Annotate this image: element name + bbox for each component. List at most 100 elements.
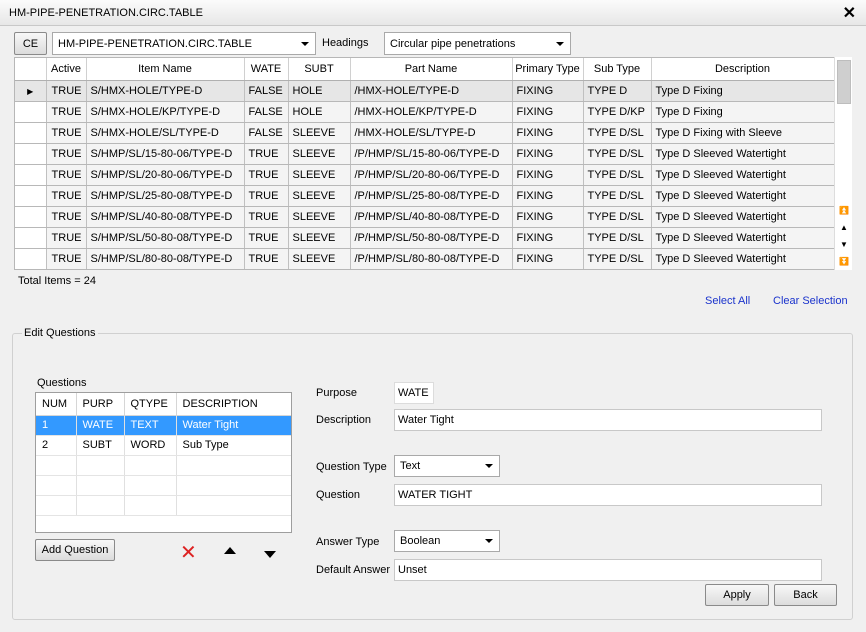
question-row[interactable]: 1 WATE TEXT Water Tight: [36, 415, 291, 436]
table-cell[interactable]: FIXING: [512, 80, 584, 102]
table-cell[interactable]: Type D Sleeved Watertight: [651, 206, 835, 228]
table-cell[interactable]: TRUE: [244, 164, 289, 186]
table-cell[interactable]: FIXING: [512, 143, 584, 165]
table-cell[interactable]: TYPE D: [583, 80, 652, 102]
clear-selection-link[interactable]: Clear Selection: [773, 295, 848, 307]
table-row[interactable]: TRUE S/HMX-HOLE/SL/TYPE-D FALSE SLEEVE/HMX-…: [15, 122, 835, 144]
question-column-header[interactable]: QTYPE: [124, 393, 177, 416]
question-cell[interactable]: Sub Type: [176, 435, 291, 456]
question-cell[interactable]: [124, 495, 177, 516]
table-cell[interactable]: FIXING: [512, 227, 584, 249]
question-cell[interactable]: [176, 455, 291, 476]
question-row[interactable]: [36, 475, 291, 496]
table-cell[interactable]: TRUE: [46, 206, 87, 228]
question-cell[interactable]: [124, 455, 177, 476]
table-cell[interactable]: Type D Fixing: [651, 80, 835, 102]
question-cell[interactable]: [36, 455, 77, 476]
row-header[interactable]: [15, 164, 47, 186]
table-row[interactable]: TRUE S/HMX-HOLE/KP/TYPE-D FALSE HOLE/HMX-HO…: [15, 101, 835, 123]
row-header[interactable]: [15, 122, 47, 144]
table-cell[interactable]: FIXING: [512, 185, 584, 207]
row-header[interactable]: [15, 206, 47, 228]
column-header[interactable]: Description: [651, 58, 835, 81]
table-cell[interactable]: /P/HMP/SL/20-80-06/TYPE-D: [350, 164, 513, 186]
table-cell[interactable]: SLEEVE: [288, 206, 351, 228]
table-cell[interactable]: S/HMX-HOLE/SL/TYPE-D: [86, 122, 245, 144]
table-row[interactable]: TRUE S/HMP/SL/50-80-08/TYPE-D TRUE SLEEVE/P…: [15, 227, 835, 249]
table-cell[interactable]: Type D Sleeved Watertight: [651, 248, 835, 269]
question-cell[interactable]: WORD: [124, 435, 177, 456]
question-cell[interactable]: WATE: [76, 415, 125, 436]
question-field[interactable]: WATER TIGHT: [394, 484, 822, 506]
question-cell[interactable]: [176, 475, 291, 496]
table-cell[interactable]: SLEEVE: [288, 122, 351, 144]
table-cell[interactable]: FIXING: [512, 164, 584, 186]
table-cell[interactable]: TYPE D/SL: [583, 143, 652, 165]
question-cell[interactable]: [36, 475, 77, 496]
default-answer-field[interactable]: Unset: [394, 559, 822, 581]
table-cell[interactable]: S/HMP/SL/25-80-08/TYPE-D: [86, 185, 245, 207]
row-header[interactable]: [15, 227, 47, 249]
table-cell[interactable]: FALSE: [244, 122, 289, 144]
table-cell[interactable]: S/HMP/SL/40-80-08/TYPE-D: [86, 206, 245, 228]
question-cell[interactable]: [76, 455, 125, 476]
question-cell[interactable]: 1: [36, 415, 77, 436]
table-row[interactable]: TRUE S/HMP/SL/25-80-08/TYPE-D TRUE SLEEVE/P…: [15, 185, 835, 207]
question-cell[interactable]: [176, 495, 291, 516]
table-cell[interactable]: TRUE: [46, 143, 87, 165]
row-header[interactable]: [15, 101, 47, 123]
question-row[interactable]: [36, 495, 291, 516]
question-cell[interactable]: 2: [36, 435, 77, 456]
scroll-down-icon[interactable]: ▼: [835, 238, 853, 252]
table-cell[interactable]: S/HMP/SL/15-80-06/TYPE-D: [86, 143, 245, 165]
table-cell[interactable]: S/HMP/SL/50-80-08/TYPE-D: [86, 227, 245, 249]
table-cell[interactable]: TYPE D/SL: [583, 206, 652, 228]
column-header[interactable]: Part Name: [350, 58, 513, 81]
table-cell[interactable]: /P/HMP/SL/50-80-08/TYPE-D: [350, 227, 513, 249]
table-cell[interactable]: Type D Fixing: [651, 101, 835, 123]
delete-icon[interactable]: ✕: [180, 543, 197, 563]
column-header[interactable]: WATE: [244, 58, 289, 81]
table-cell[interactable]: TYPE D/SL: [583, 227, 652, 249]
question-row[interactable]: [36, 455, 291, 476]
table-cell[interactable]: SLEEVE: [288, 227, 351, 249]
table-cell[interactable]: TRUE: [46, 185, 87, 207]
question-cell[interactable]: [124, 475, 177, 496]
move-up-icon[interactable]: [224, 547, 236, 554]
table-cell[interactable]: S/HMP/SL/20-80-06/TYPE-D: [86, 164, 245, 186]
table-cell[interactable]: FIXING: [512, 101, 584, 123]
question-cell[interactable]: [76, 475, 125, 496]
row-header[interactable]: [15, 185, 47, 207]
column-header[interactable]: Primary Type: [512, 58, 584, 81]
back-button[interactable]: Back: [774, 584, 837, 606]
table-cell[interactable]: /HMX-HOLE/SL/TYPE-D: [350, 122, 513, 144]
apply-button[interactable]: Apply: [705, 584, 769, 606]
question-column-header[interactable]: NUM: [36, 393, 77, 416]
headings-select[interactable]: Circular pipe penetrations: [384, 32, 571, 55]
table-cell[interactable]: HOLE: [288, 80, 351, 102]
table-cell[interactable]: S/HMX-HOLE/KP/TYPE-D: [86, 101, 245, 123]
column-header[interactable]: Active: [46, 58, 87, 81]
table-cell[interactable]: TRUE: [244, 227, 289, 249]
table-cell[interactable]: TRUE: [46, 101, 87, 123]
table-cell[interactable]: TRUE: [46, 227, 87, 249]
table-cell[interactable]: Type D Sleeved Watertight: [651, 227, 835, 249]
question-column-header[interactable]: PURP: [76, 393, 125, 416]
table-row[interactable]: ▶ TRUE S/HMX-HOLE/TYPE-D FALSE HOLE/HMX-HOLE…: [15, 80, 835, 102]
table-cell[interactable]: TRUE: [244, 185, 289, 207]
row-header[interactable]: [15, 143, 47, 165]
column-header[interactable]: Item Name: [86, 58, 245, 81]
answer-type-select[interactable]: Boolean: [394, 530, 500, 552]
question-column-header[interactable]: DESCRIPTION: [176, 393, 291, 416]
table-cell[interactable]: TRUE: [244, 206, 289, 228]
question-type-select[interactable]: Text: [394, 455, 500, 477]
scroll-up-icon[interactable]: ▲: [835, 221, 853, 235]
question-cell[interactable]: Water Tight: [176, 415, 291, 436]
table-cell[interactable]: TYPE D/SL: [583, 122, 652, 144]
grid-scrollbar[interactable]: ⏫ ▲ ▼ ⏬: [834, 57, 852, 270]
purpose-field[interactable]: WATE: [394, 382, 434, 404]
question-row[interactable]: 2 SUBT WORD Sub Type: [36, 435, 291, 456]
table-cell[interactable]: TRUE: [244, 248, 289, 269]
table-cell[interactable]: TRUE: [46, 80, 87, 102]
table-cell[interactable]: TRUE: [46, 164, 87, 186]
